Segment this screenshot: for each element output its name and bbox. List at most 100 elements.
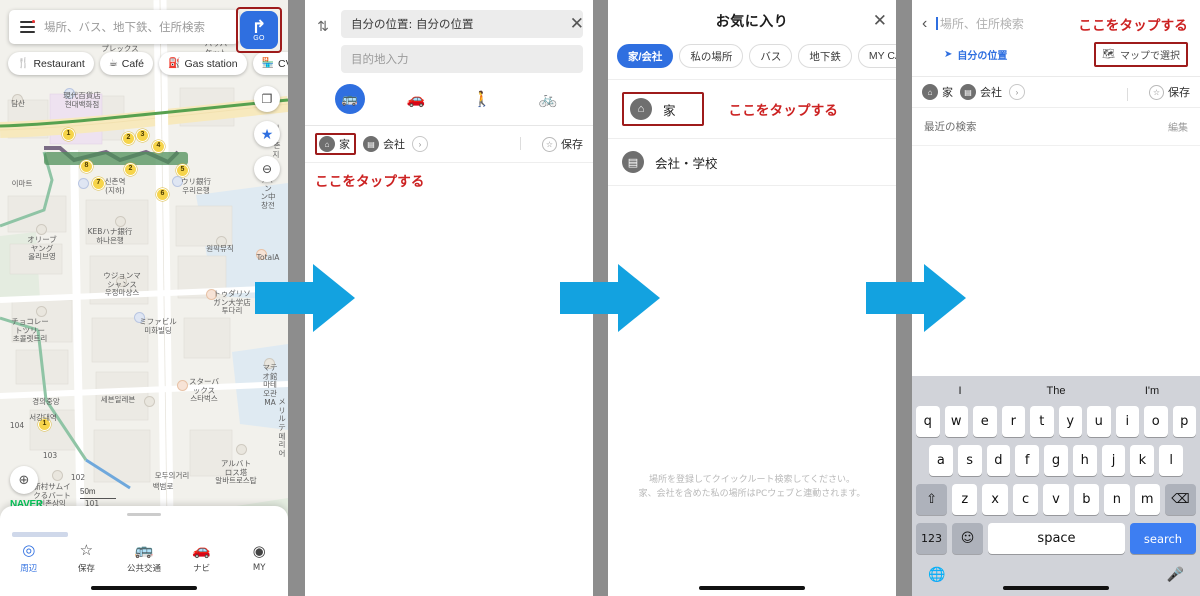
- edit-button[interactable]: 編集: [1168, 119, 1188, 134]
- key-o[interactable]: o: [1144, 406, 1168, 437]
- key-l[interactable]: l: [1159, 445, 1184, 476]
- favorites-tab[interactable]: 地下鉄: [798, 44, 852, 68]
- key-k[interactable]: k: [1130, 445, 1155, 476]
- quick-home-button[interactable]: ⌂ 家: [319, 136, 350, 152]
- key-p[interactable]: p: [1172, 406, 1196, 437]
- key-c[interactable]: c: [1012, 484, 1039, 515]
- hamburger-menu-icon[interactable]: [20, 20, 35, 33]
- favorites-tab[interactable]: 家/会社: [617, 44, 674, 68]
- chevron-left-icon[interactable]: ‹: [922, 16, 927, 32]
- key-s[interactable]: s: [957, 445, 982, 476]
- close-icon[interactable]: ✕: [873, 12, 887, 29]
- chevron-right-icon[interactable]: ›: [412, 136, 428, 152]
- favorites-row-home[interactable]: ⌂ 家 ここをタップする: [608, 79, 896, 138]
- virtual-keyboard[interactable]: I The I'm qwertyuiop asdfghjkl ⇧ zxcvbnm ⌫…: [912, 376, 1200, 596]
- space-key[interactable]: space: [988, 523, 1125, 554]
- go-button[interactable]: ↱ GO: [240, 11, 278, 49]
- backspace-key[interactable]: ⌫: [1164, 484, 1196, 515]
- divider: [608, 185, 896, 186]
- favorites-row-work[interactable]: ▤ 会社・学校: [608, 138, 896, 185]
- quick-save-button[interactable]: ☆ 保存: [542, 136, 583, 152]
- sheet-grabber[interactable]: [127, 513, 161, 516]
- star-icon[interactable]: ★: [254, 121, 280, 147]
- key-b[interactable]: b: [1073, 484, 1100, 515]
- key-u[interactable]: u: [1087, 406, 1111, 437]
- key-a[interactable]: a: [928, 445, 953, 476]
- key-f[interactable]: f: [1015, 445, 1040, 476]
- transport-mode-bike[interactable]: 🚲: [515, 90, 581, 108]
- key-h[interactable]: h: [1072, 445, 1097, 476]
- key-x[interactable]: x: [982, 484, 1008, 515]
- transport-mode-row[interactable]: 🚌 🚗 🚶 🚲: [305, 84, 593, 126]
- origin-field[interactable]: 自分の位置: 自分の位置: [341, 10, 583, 38]
- category-chip-row[interactable]: 🍴Restaurant☕Café⛽Gas station🏪CVS: [8, 52, 288, 75]
- annotation-tap-here: ここをタップする: [1078, 18, 1188, 34]
- key-w[interactable]: w: [944, 406, 968, 437]
- search-input-placeholder: 場所、住所検索: [939, 17, 1024, 31]
- prediction-chip[interactable]: I'm: [1104, 385, 1200, 397]
- quick-home-button[interactable]: ⌂ 家: [922, 84, 953, 100]
- key-n[interactable]: n: [1104, 484, 1130, 515]
- search-input[interactable]: 場所、住所検索: [936, 15, 1069, 33]
- key-t[interactable]: t: [1030, 406, 1054, 437]
- prediction-bar[interactable]: I The I'm: [912, 376, 1200, 406]
- destination-field[interactable]: 目的地入力: [341, 45, 583, 73]
- key-r[interactable]: r: [1001, 406, 1025, 437]
- bottom-sheet[interactable]: ◎ 周辺 ☆ 保存 🚌 公共交通 🚗 ナビ ◉ MY: [0, 506, 288, 596]
- key-g[interactable]: g: [1044, 445, 1068, 476]
- favorites-tab[interactable]: MY CAR: [857, 44, 896, 68]
- bottom-tab-保存[interactable]: ☆ 保存: [58, 542, 116, 574]
- keyboard-row-2[interactable]: asdfghjkl: [912, 445, 1200, 476]
- bottom-tab-bar[interactable]: ◎ 周辺 ☆ 保存 🚌 公共交通 🚗 ナビ ◉ MY: [0, 534, 288, 582]
- location-pin-minus-icon[interactable]: ⊖: [254, 156, 280, 182]
- transport-mode-car[interactable]: 🚗: [383, 90, 449, 108]
- category-chip[interactable]: ⛽ Gas station: [158, 52, 247, 75]
- bottom-tab-周辺[interactable]: ◎ 周辺: [0, 542, 58, 574]
- quick-home-label: 家: [339, 139, 350, 151]
- search-key[interactable]: search: [1130, 523, 1196, 554]
- prediction-chip[interactable]: I: [912, 385, 1008, 397]
- transport-mode-walk[interactable]: 🚶: [449, 90, 515, 108]
- key-d[interactable]: d: [986, 445, 1011, 476]
- favorites-tab[interactable]: 私の場所: [679, 44, 744, 68]
- transport-mode-transit[interactable]: 🚌: [317, 84, 383, 114]
- category-chip[interactable]: 🏪CVS: [252, 52, 288, 75]
- key-v[interactable]: v: [1043, 484, 1069, 515]
- globe-icon[interactable]: 🌐: [928, 566, 945, 583]
- numbers-key[interactable]: 123: [916, 523, 947, 554]
- key-i[interactable]: i: [1115, 406, 1139, 437]
- map-select-button[interactable]: 🗺 マップで選択: [1102, 47, 1180, 62]
- key-j[interactable]: j: [1101, 445, 1126, 476]
- quick-work-button[interactable]: ▤ 会社: [960, 84, 1002, 100]
- chevron-right-icon[interactable]: ›: [1009, 84, 1025, 100]
- microphone-icon[interactable]: 🎤: [1167, 566, 1184, 583]
- keyboard-row-1[interactable]: qwertyuiop: [912, 406, 1200, 437]
- map-search-bar[interactable]: 場所、バス、地下鉄、住所検索: [9, 10, 239, 44]
- key-e[interactable]: e: [973, 406, 997, 437]
- crosshair-icon[interactable]: ⊕: [10, 466, 38, 494]
- quick-work-button[interactable]: ▤ 会社: [363, 136, 405, 152]
- quick-save-button[interactable]: ☆ 保存: [1149, 84, 1190, 100]
- close-icon[interactable]: ✕: [570, 15, 584, 32]
- keyboard-row-4[interactable]: 123 ☺ space search: [912, 523, 1200, 554]
- bottom-tab-MY[interactable]: ◉ MY: [230, 543, 288, 573]
- bottom-tab-公共交通[interactable]: 🚌 公共交通: [115, 542, 173, 574]
- keyboard-row-3[interactable]: ⇧ zxcvbnm ⌫: [912, 484, 1200, 515]
- favorites-tab-row[interactable]: 家/会社私の場所バス地下鉄MY CAR: [608, 42, 896, 79]
- shift-key[interactable]: ⇧: [916, 484, 948, 515]
- my-location-button[interactable]: ➤ 自分の位置: [944, 47, 1007, 62]
- search-input-placeholder[interactable]: 場所、バス、地下鉄、住所検索: [44, 19, 205, 35]
- prediction-chip[interactable]: The: [1008, 385, 1104, 397]
- swap-vertical-arrows-icon[interactable]: ⇅: [313, 18, 333, 35]
- favorites-tab[interactable]: バス: [749, 44, 793, 68]
- layers-icon[interactable]: ❐: [254, 86, 280, 112]
- key-y[interactable]: y: [1058, 406, 1082, 437]
- key-z[interactable]: z: [952, 484, 978, 515]
- key-m[interactable]: m: [1134, 484, 1160, 515]
- category-chip[interactable]: 🍴 Restaurant: [8, 52, 94, 75]
- key-q[interactable]: q: [916, 406, 940, 437]
- smiley-face-icon[interactable]: ☺: [952, 523, 983, 554]
- bottom-tab-ナビ[interactable]: 🚗 ナビ: [173, 542, 231, 574]
- map-canvas[interactable]: 1 2 3 4 5 6 7 8 2 1 プレックス 現代百貨店 현대백화점 담산…: [0, 0, 288, 596]
- category-chip[interactable]: ☕ Café: [99, 52, 153, 75]
